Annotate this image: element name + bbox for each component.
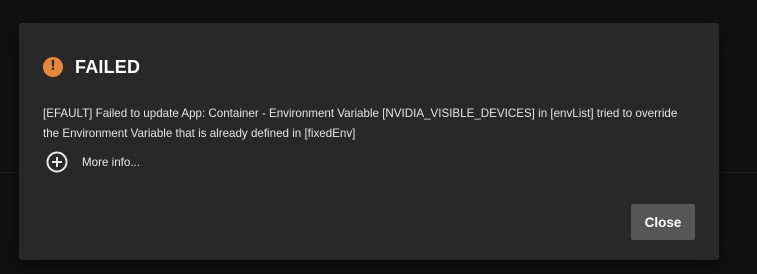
- more-info-toggle[interactable]: More info...: [46, 151, 140, 173]
- more-info-label[interactable]: More info...: [82, 156, 140, 169]
- dialog-header: ! FAILED: [43, 56, 140, 78]
- dialog-title: FAILED: [75, 56, 141, 77]
- expand-plus-icon[interactable]: [46, 151, 68, 173]
- warning-icon: !: [43, 57, 63, 77]
- close-button[interactable]: Close: [631, 204, 695, 240]
- error-dialog: ! FAILED [EFAULT] Failed to update App: …: [19, 23, 719, 260]
- error-message: [EFAULT] Failed to update App: Container…: [43, 107, 678, 140]
